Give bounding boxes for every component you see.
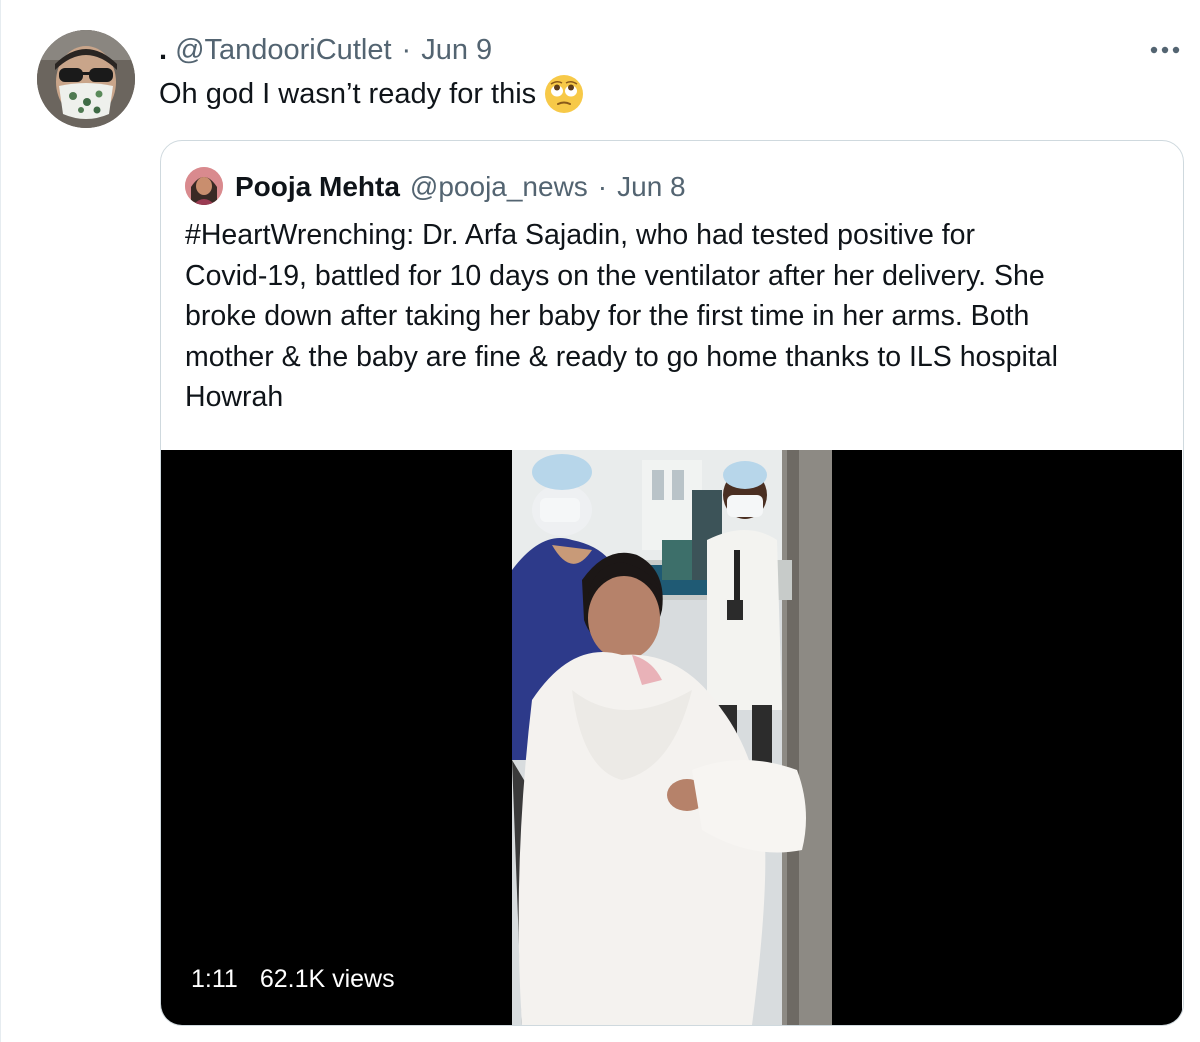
face-with-rolling-eyes-icon	[544, 74, 584, 114]
handle[interactable]: @TandooriCutlet	[175, 34, 391, 67]
avatar-photo	[37, 30, 135, 128]
quoted-avatar-photo	[185, 167, 223, 205]
tweet-header: . @TandooriCutlet · Jun 9	[159, 30, 492, 70]
display-name[interactable]: .	[159, 34, 167, 67]
quoted-tweet-text: #HeartWrenching: Dr. Arfa Sajadin, who h…	[185, 215, 1175, 418]
quoted-tweet-date[interactable]: Jun 8	[617, 171, 686, 203]
video-player[interactable]: 1:11 62.1K views	[161, 450, 1182, 1025]
tweet-date[interactable]: Jun 9	[421, 34, 492, 67]
quoted-avatar[interactable]	[185, 167, 223, 205]
tweet[interactable]: . @TandooriCutlet · Jun 9 Oh god I wasn’…	[0, 0, 1200, 1042]
quoted-tweet[interactable]: Pooja Mehta @pooja_news · Jun 8 #HeartWr…	[160, 140, 1184, 1026]
video-duration: 1:11	[191, 965, 238, 993]
quoted-tweet-header: Pooja Mehta @pooja_news · Jun 8	[235, 167, 686, 207]
tweet-text-content: Oh god I wasn’t ready for this	[159, 78, 537, 110]
separator-dot: ·	[401, 33, 412, 66]
video-views: 62.1K views	[259, 965, 395, 993]
quoted-display-name[interactable]: Pooja Mehta	[235, 171, 400, 203]
quoted-text-line: Howrah	[185, 381, 284, 413]
tweet-text: Oh god I wasn’t ready for this	[159, 74, 584, 114]
video-thumbnail	[512, 450, 832, 1025]
video-meta: 1:11 62.1K views	[191, 965, 395, 994]
quoted-text-line: Covid-19, battled for 10 days on the ven…	[185, 259, 1045, 292]
quoted-separator-dot: ·	[597, 171, 608, 202]
quoted-text-line: mother & the baby are fine & ready to go…	[185, 340, 1058, 373]
quoted-text-line: broke down after taking her baby for the…	[185, 300, 1030, 332]
avatar[interactable]	[37, 30, 135, 128]
quoted-handle[interactable]: @pooja_news	[410, 171, 588, 203]
quoted-text-line: #HeartWrenching: Dr. Arfa Sajadin, who h…	[185, 219, 975, 251]
more-dots-icon[interactable]	[1145, 36, 1185, 64]
